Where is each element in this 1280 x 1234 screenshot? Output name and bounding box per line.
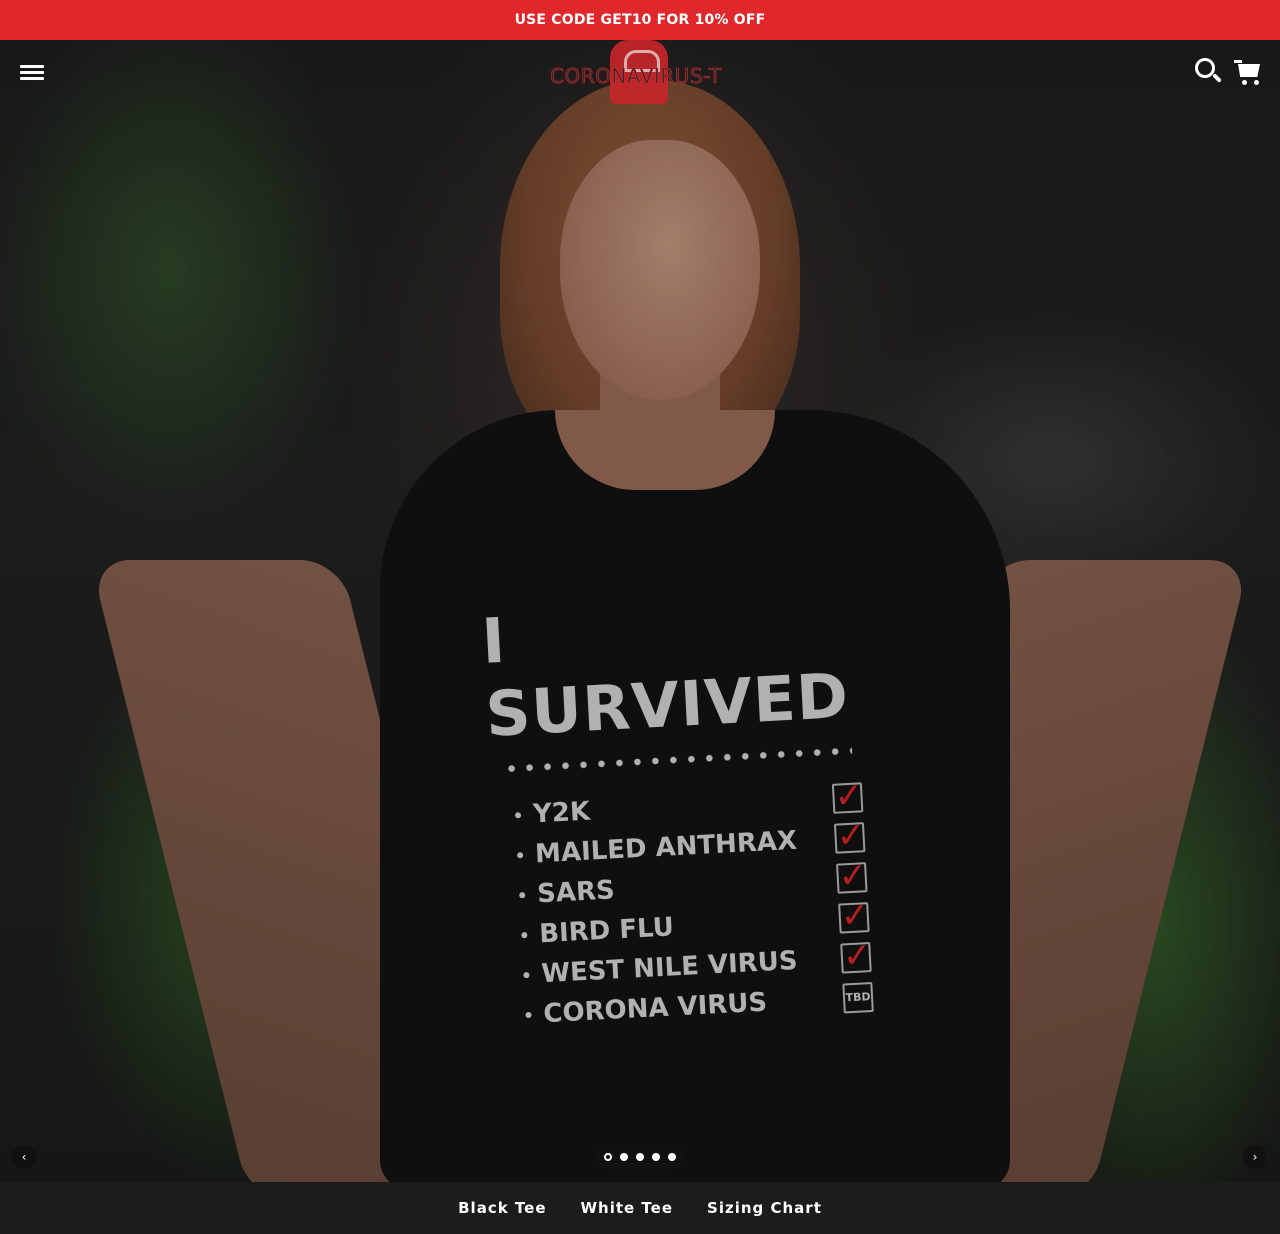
slideshow-prev-button[interactable]: ‹ [12,1145,36,1169]
slide-dot-5[interactable] [668,1153,676,1161]
slide-dot-3[interactable] [636,1153,644,1161]
hero-slideshow: I SURVIVED Y2K ✓ MAILED ANTHRAX ✓ SARS ✓ BI… [0,40,1280,1182]
hero-overlay [0,40,1280,1182]
slideshow-next-button[interactable]: › [1243,1145,1267,1169]
search-icon[interactable] [1195,58,1223,88]
site-logo[interactable]: CORONAVIRUS-T [545,40,735,106]
logo-text: CORONAVIRUS-T [550,64,722,89]
slide-dot-1[interactable] [604,1153,612,1161]
slide-dot-2[interactable] [620,1153,628,1161]
slide-dot-4[interactable] [652,1153,660,1161]
footer-nav: Black Tee White Tee Sizing Chart [0,1182,1280,1234]
nav-link-white-tee[interactable]: White Tee [581,1199,674,1217]
nav-link-black-tee[interactable]: Black Tee [458,1199,546,1217]
announcement-text: USE CODE GET10 FOR 10% OFF [514,12,766,28]
hamburger-menu-icon[interactable] [20,62,44,84]
slideshow-dots [595,1145,685,1169]
announcement-bar: USE CODE GET10 FOR 10% OFF [0,0,1280,40]
cart-icon[interactable] [1234,60,1262,86]
nav-link-sizing-chart[interactable]: Sizing Chart [707,1199,822,1217]
